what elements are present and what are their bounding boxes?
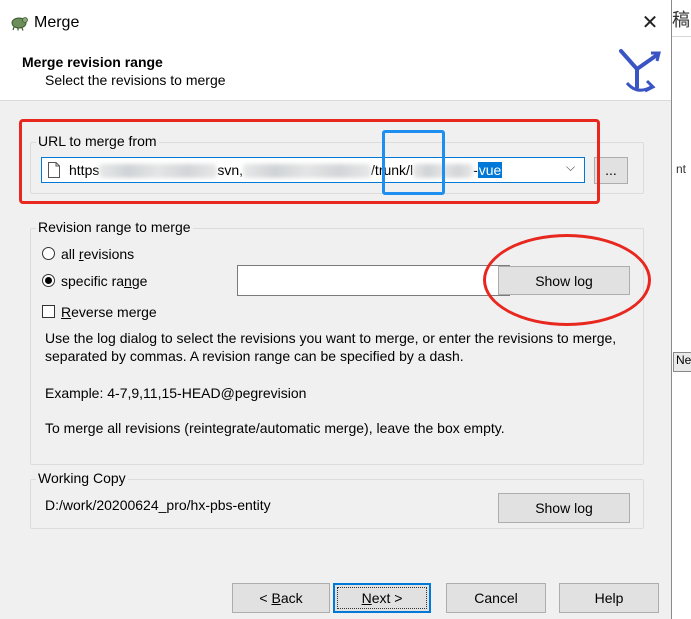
annotation-blue-rectangle <box>382 130 445 195</box>
working-copy-path: D:/work/20200624_pro/hx-pbs-entity <box>45 497 271 513</box>
reverse-merge-checkbox[interactable] <box>42 305 55 318</box>
revision-range-label: Revision range to merge <box>36 219 193 235</box>
all-revisions-label[interactable]: all revisions <box>61 246 134 262</box>
tortoise-app-icon <box>11 17 28 31</box>
reverse-merge-label[interactable]: Reverse merge <box>61 304 157 320</box>
back-button[interactable]: < Back <box>232 583 330 613</box>
merge-logo-icon <box>619 49 661 93</box>
page-subtitle: Select the revisions to merge <box>45 72 226 88</box>
close-button[interactable]: ✕ <box>630 10 670 36</box>
specific-range-radio[interactable] <box>42 274 55 287</box>
help-button[interactable]: Help <box>559 583 659 613</box>
focus-rect <box>337 587 427 609</box>
all-revisions-radio[interactable] <box>42 247 55 260</box>
background-divider <box>672 36 691 37</box>
specific-range-label[interactable]: specific range <box>61 273 147 289</box>
page-title: Merge revision range <box>22 54 163 70</box>
background-next-button[interactable]: Ne <box>673 352 691 372</box>
revision-range-input[interactable] <box>237 265 510 296</box>
next-button[interactable]: Next > <box>333 583 431 613</box>
help-example: Example: 4-7,9,11,15-HEAD@pegrevision <box>45 385 307 401</box>
background-text: nt <box>676 162 687 176</box>
background-char: 稿 <box>672 10 690 31</box>
help-text-empty: To merge all revisions (reintegrate/auto… <box>45 420 505 436</box>
working-copy-show-log-button[interactable]: Show log <box>498 493 630 523</box>
help-text: Use the log dialog to select the revisio… <box>45 330 617 364</box>
window-title: Merge <box>34 14 80 31</box>
working-copy-label: Working Copy <box>36 470 128 486</box>
title-bar <box>0 0 671 44</box>
annotation-red-ellipse <box>483 234 651 326</box>
cancel-button[interactable]: Cancel <box>446 583 546 613</box>
annotation-red-rectangle <box>19 119 600 204</box>
